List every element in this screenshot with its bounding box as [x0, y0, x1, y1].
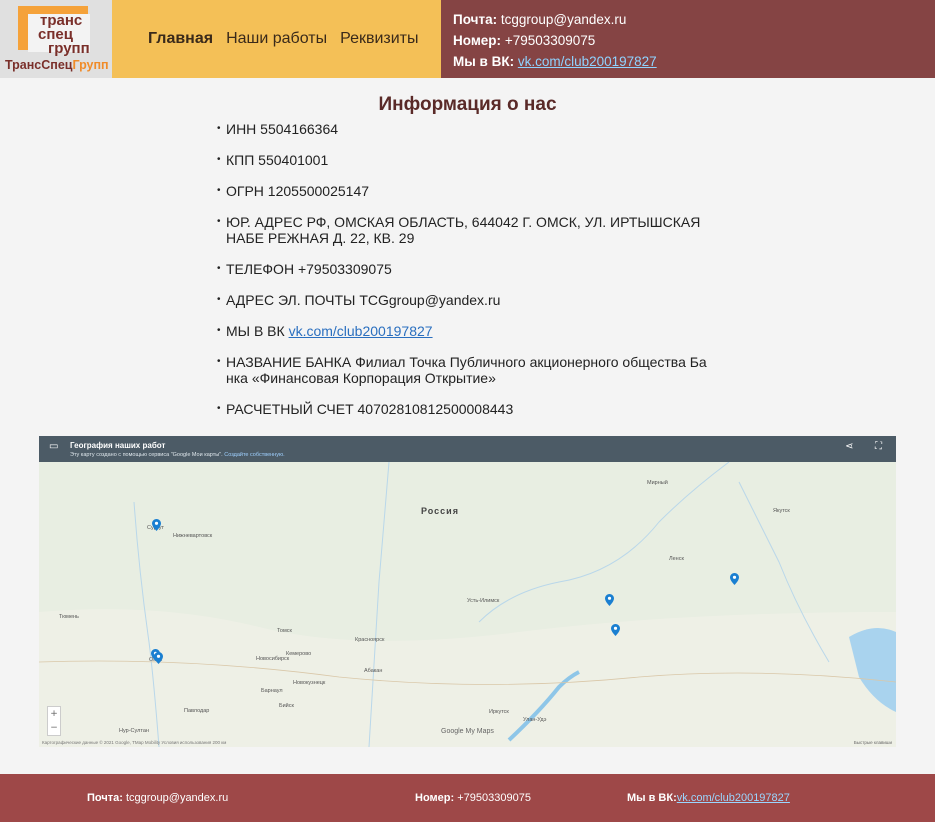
map-pin-icon[interactable]: [730, 573, 739, 585]
map-create-link[interactable]: Создайте собственную.: [224, 452, 284, 458]
footer-email: Почта: tcggroup@yandex.ru: [87, 792, 229, 804]
footer: Почта: tcggroup@yandex.ru Номер: +795033…: [0, 774, 935, 822]
map-city-label: Красноярск: [355, 637, 385, 643]
map-country-label: Россия: [421, 506, 459, 516]
map-pin-icon[interactable]: [154, 652, 163, 664]
map-canvas: [39, 462, 896, 747]
info-account: РАСЧЕТНЫЙ СЧЕТ 40702810812500008443: [217, 401, 727, 417]
works-map[interactable]: ▭ География наших работ Эту карту создан…: [39, 436, 896, 747]
header-email: Почта: tcggroup@yandex.ru: [453, 12, 627, 27]
map-pin-icon[interactable]: [605, 594, 614, 606]
map-legend-icon[interactable]: ▭: [49, 442, 58, 452]
info-kpp: КПП 550401001: [217, 152, 727, 168]
map-city-label: Новосибирск: [256, 656, 290, 662]
map-city-label: Барнаул: [261, 688, 283, 694]
map-attribution[interactable]: Картографические данные © 2021 Google, T…: [42, 740, 226, 745]
zoom-out-button[interactable]: −: [48, 721, 60, 735]
map-city-label: Абакан: [364, 668, 383, 674]
info-inn: ИНН 5504166364: [217, 121, 727, 137]
map-city-label: Нижневартовск: [173, 533, 213, 539]
logo-name: ТрансСпецГрупп: [5, 58, 109, 72]
info-bank: НАЗВАНИЕ БАНКА Филиал Точка Публичного а…: [217, 354, 727, 386]
map-city-label: Павлодар: [184, 708, 210, 714]
map-city-label: Мирный: [647, 480, 668, 486]
header-phone: Номер: +79503309075: [453, 33, 596, 48]
map-city-label: Якутск: [773, 508, 790, 514]
logo-mark-icon: транс спец групп: [18, 6, 94, 56]
map-shortcuts[interactable]: Быстрые клавиши: [854, 740, 892, 745]
logo-line-3: групп: [48, 40, 90, 57]
header-contacts: Почта: tcggroup@yandex.ru Номер: +795033…: [441, 0, 935, 78]
map-title: География наших работ: [70, 441, 166, 450]
map-city-label: Томск: [277, 628, 292, 634]
fullscreen-icon[interactable]: ⛶: [875, 442, 882, 452]
info-email: АДРЕС ЭЛ. ПОЧТЫ TCGgroup@yandex.ru: [217, 292, 727, 308]
nav-item-requisites[interactable]: Реквизиты: [340, 30, 418, 48]
zoom-in-button[interactable]: +: [48, 707, 60, 721]
footer-vk-link[interactable]: vk.com/club200197827: [677, 792, 790, 804]
map-city-label: Усть-Илимск: [467, 598, 500, 604]
map-subtitle: Эту карту создано с помощью сервиса "Goo…: [70, 452, 285, 458]
info-phone: ТЕЛЕФОН +79503309075: [217, 261, 727, 277]
map-city-label: Иркутск: [489, 709, 509, 715]
footer-phone: Номер: +79503309075: [415, 792, 531, 804]
map-pin-icon[interactable]: [611, 624, 620, 636]
logo[interactable]: транс спец групп ТрансСпецГрупп: [0, 0, 112, 78]
share-icon[interactable]: ⋖: [845, 442, 853, 452]
info-address: ЮР. АДРЕС РФ, ОМСКАЯ ОБЛАСТЬ, 644042 Г. …: [217, 214, 727, 246]
info-list: ИНН 5504166364 КПП 550401001 ОГРН 120550…: [217, 121, 727, 432]
nav-item-works[interactable]: Наши работы: [226, 30, 327, 48]
footer-vk: Мы в ВК:vk.com/club200197827: [627, 792, 790, 804]
header-vk-link[interactable]: vk.com/club200197827: [518, 54, 657, 69]
header-vk: Мы в ВК: vk.com/club200197827: [453, 54, 657, 69]
map-city-label: Ленск: [669, 556, 684, 562]
info-vk: МЫ В ВК vk.com/club200197827: [217, 323, 727, 339]
map-city-label: Нур-Султан: [119, 728, 149, 734]
header: транс спец групп ТрансСпецГрупп Главная …: [0, 0, 935, 78]
map-pin-icon[interactable]: [152, 519, 161, 531]
map-city-label: Кемерово: [286, 651, 312, 657]
map-header: ▭ География наших работ Эту карту создан…: [39, 436, 896, 462]
main-nav: Главная Наши работы Реквизиты: [112, 0, 441, 78]
map-zoom-control: + −: [47, 706, 61, 736]
info-ogrn: ОГРН 1205500025147: [217, 183, 727, 199]
page-title: Информация о нас: [378, 94, 557, 115]
map-city-label: Тюмень: [59, 614, 79, 620]
map-city-label: Улан-Удэ: [523, 717, 547, 723]
map-city-label: Бийск: [279, 703, 294, 709]
nav-item-home[interactable]: Главная: [148, 30, 213, 48]
google-logo: Google My Maps: [441, 728, 494, 735]
map-city-label: Новокузнецк: [293, 680, 326, 686]
info-vk-link[interactable]: vk.com/club200197827: [289, 323, 433, 339]
